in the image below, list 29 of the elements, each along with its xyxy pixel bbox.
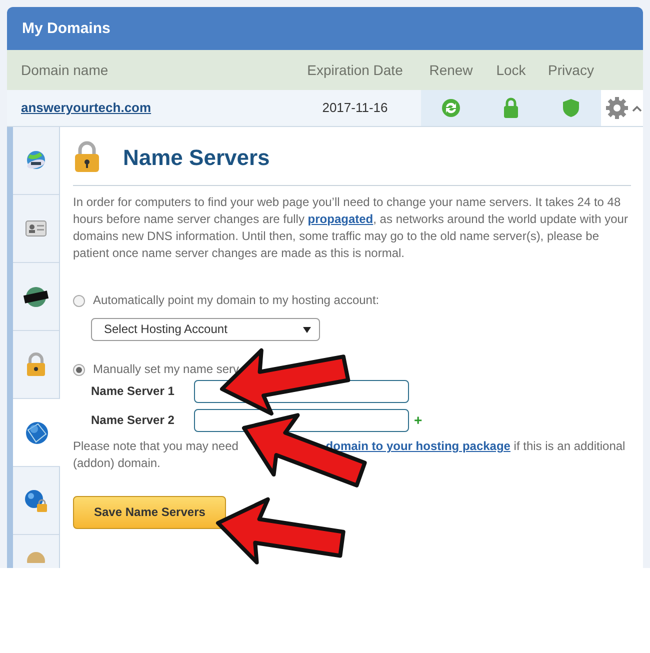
add-server-button[interactable]: + — [414, 412, 422, 429]
propagated-link[interactable]: propagated — [308, 212, 374, 226]
panel-title: My Domains — [7, 7, 643, 50]
option-label: Manually set my name serv — [93, 361, 240, 378]
option-label: Automatically point my domain to my hosting account: — [93, 292, 380, 309]
column-header: Renew — [429, 60, 473, 80]
lock-icon — [502, 97, 520, 119]
globe-lock-icon — [23, 488, 49, 514]
column-header: Domain name — [21, 60, 108, 80]
hosting-account-select[interactable]: Select Hosting Account — [91, 318, 320, 341]
domain-link[interactable]: answeryourtech.com — [21, 98, 152, 118]
column-header: Lock — [496, 60, 526, 80]
globe-icon — [24, 420, 50, 446]
collapse-caret-icon[interactable] — [632, 104, 642, 112]
save-button[interactable]: Save Name Servers — [73, 496, 226, 529]
expiration-date: 2017-11-16 — [322, 99, 388, 118]
shield-icon — [562, 98, 580, 118]
field-label: Name Server 2 — [91, 412, 176, 429]
column-header: Privacy — [548, 60, 594, 80]
settings-icon[interactable] — [605, 96, 629, 120]
intro-paragraph: In order for computers to find your web page you’ll need to change your name servers. It takes 24 to 48 hours before name server changes are fully propagated, as networks around the world update with your domains new DNS information. Until then, some traffic may go to the old name server(s), please be patient once name server changes are made as this is normal. — [73, 194, 629, 262]
dropdown-caret-icon — [303, 326, 311, 332]
padlock-icon — [73, 141, 101, 173]
section-title: Name Servers — [123, 148, 270, 166]
radio-button[interactable] — [73, 294, 85, 306]
column-header: Expiration Date — [307, 60, 403, 80]
field-label: Name Server 1 — [91, 383, 176, 400]
radio-button[interactable] — [73, 364, 85, 376]
refresh-icon — [441, 98, 461, 118]
